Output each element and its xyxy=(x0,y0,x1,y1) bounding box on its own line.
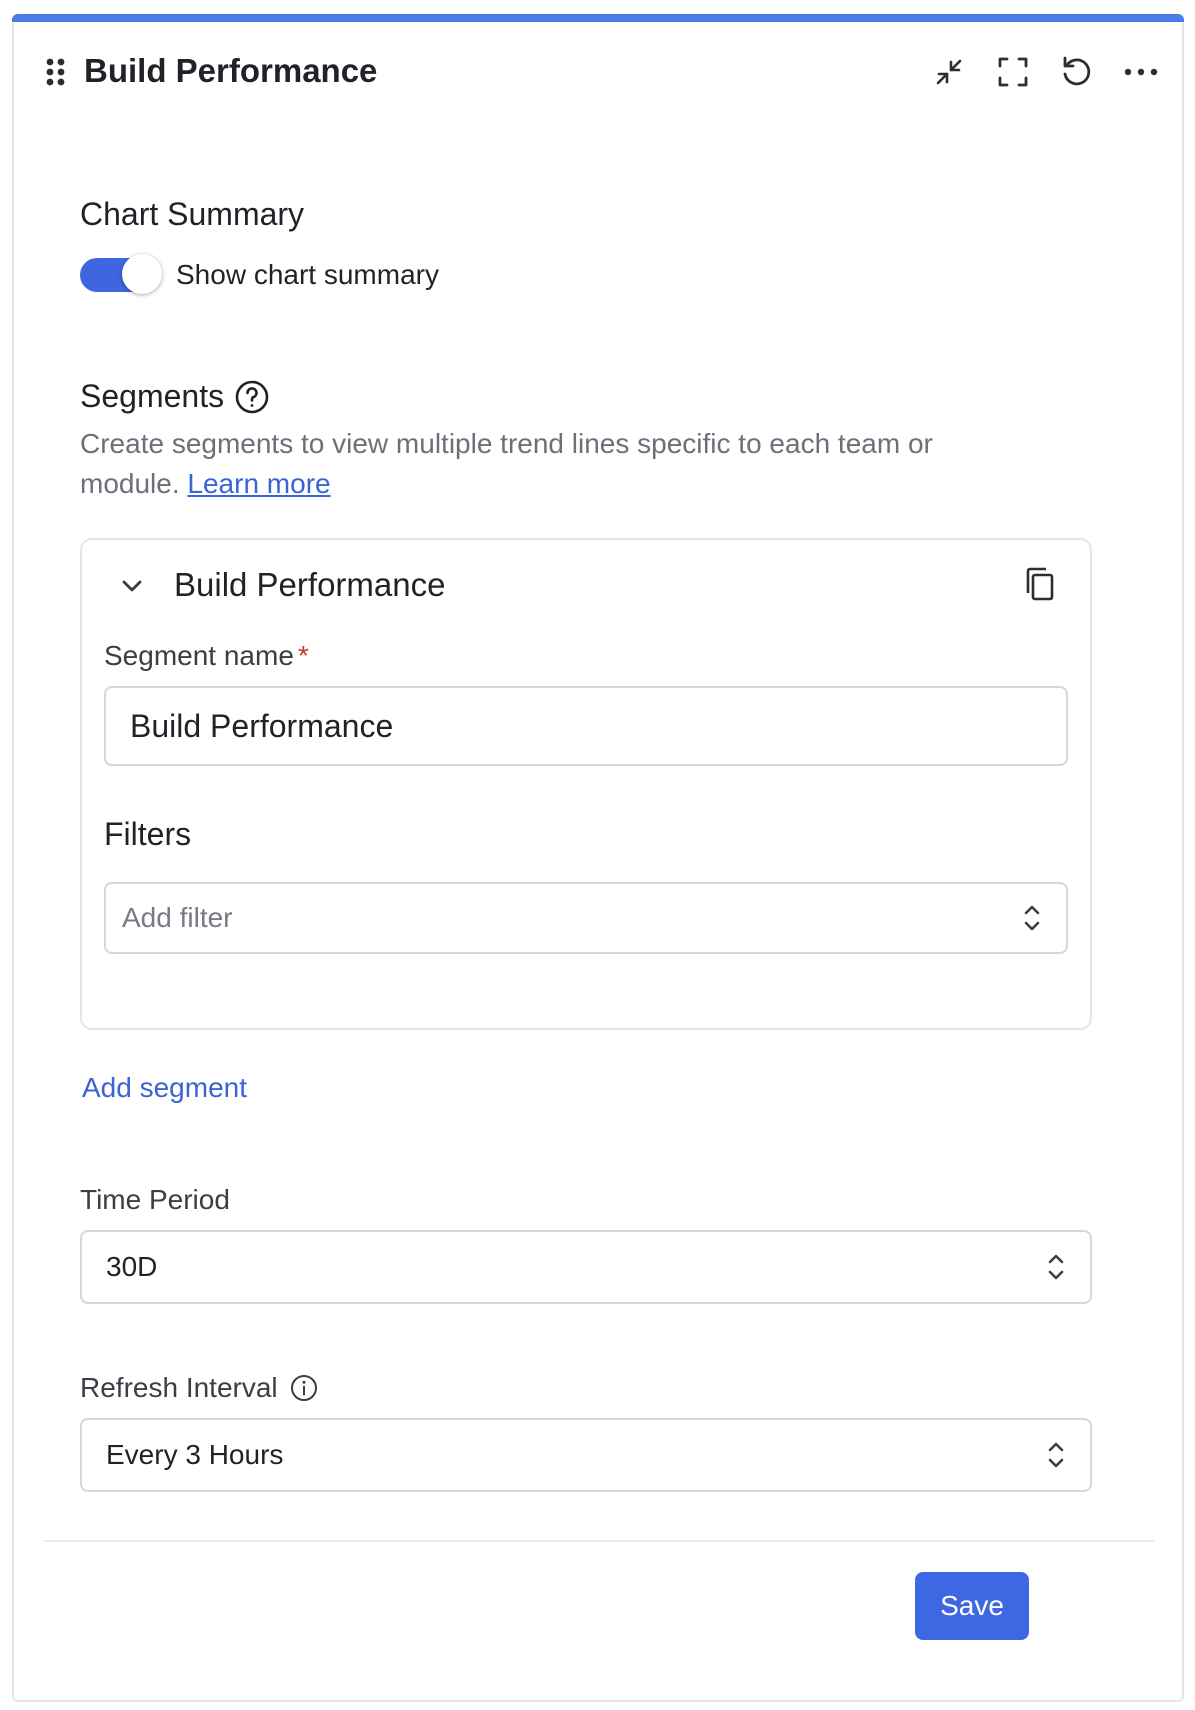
learn-more-link[interactable]: Learn more xyxy=(187,468,330,499)
add-segment-button[interactable]: Add segment xyxy=(82,1072,247,1104)
select-arrows-icon xyxy=(1044,1247,1068,1287)
widget-header: Build Performance xyxy=(0,40,1195,100)
segment-name-label-text: Segment name xyxy=(104,640,294,671)
segment-name-input[interactable] xyxy=(104,686,1068,766)
filters-title: Filters xyxy=(104,816,192,852)
drag-handle-icon[interactable] xyxy=(44,56,68,88)
chart-summary-toggle-row: Show chart summary xyxy=(80,254,439,295)
segment-name-label: Segment name * xyxy=(104,640,309,672)
expand-icon[interactable] xyxy=(989,48,1037,96)
widget-title: Build Performance xyxy=(84,52,378,89)
toggle-knob xyxy=(122,254,162,294)
chart-summary-toggle-label: Show chart summary xyxy=(176,259,439,290)
copy-icon[interactable] xyxy=(1016,560,1064,608)
accent-bar xyxy=(12,14,1184,22)
refresh-interval-label: Refresh Interval xyxy=(80,1372,278,1403)
chevron-down-icon[interactable] xyxy=(118,572,146,600)
time-period-select[interactable]: 30D xyxy=(80,1230,1092,1304)
add-filter-select[interactable]: Add filter xyxy=(104,882,1068,954)
segment-card: Build Performance Segment name* Filters … xyxy=(80,538,1092,1030)
collapse-icon[interactable] xyxy=(925,48,973,96)
header-actions xyxy=(925,48,1165,96)
required-indicator: * xyxy=(297,640,309,671)
select-arrows-icon xyxy=(1020,898,1044,938)
time-period-value: 30D xyxy=(106,1251,158,1282)
refresh-interval-label-row: Refresh Interval xyxy=(80,1372,318,1404)
info-icon[interactable] xyxy=(290,1374,318,1402)
refresh-interval-value: Every 3 Hours xyxy=(106,1439,284,1470)
select-arrows-icon xyxy=(1044,1435,1068,1475)
help-circle-icon[interactable] xyxy=(234,379,270,415)
segment-card-title: Build Performance xyxy=(174,566,446,603)
segments-heading: Segments xyxy=(80,378,270,415)
save-button[interactable]: Save xyxy=(915,1572,1029,1640)
time-period-label: Time Period xyxy=(80,1184,230,1215)
chart-summary-toggle[interactable] xyxy=(80,254,162,294)
reset-icon[interactable] xyxy=(1053,48,1101,96)
segments-help-text: Create segments to view multiple trend l… xyxy=(80,424,1020,504)
chart-summary-title: Chart Summary xyxy=(80,196,305,232)
add-filter-placeholder: Add filter xyxy=(122,902,233,933)
segments-title: Segments xyxy=(80,378,225,414)
more-icon[interactable] xyxy=(1117,48,1165,96)
footer-divider xyxy=(44,1540,1154,1542)
refresh-interval-select[interactable]: Every 3 Hours xyxy=(80,1418,1092,1492)
segment-card-header: Build Performance xyxy=(82,560,1090,612)
